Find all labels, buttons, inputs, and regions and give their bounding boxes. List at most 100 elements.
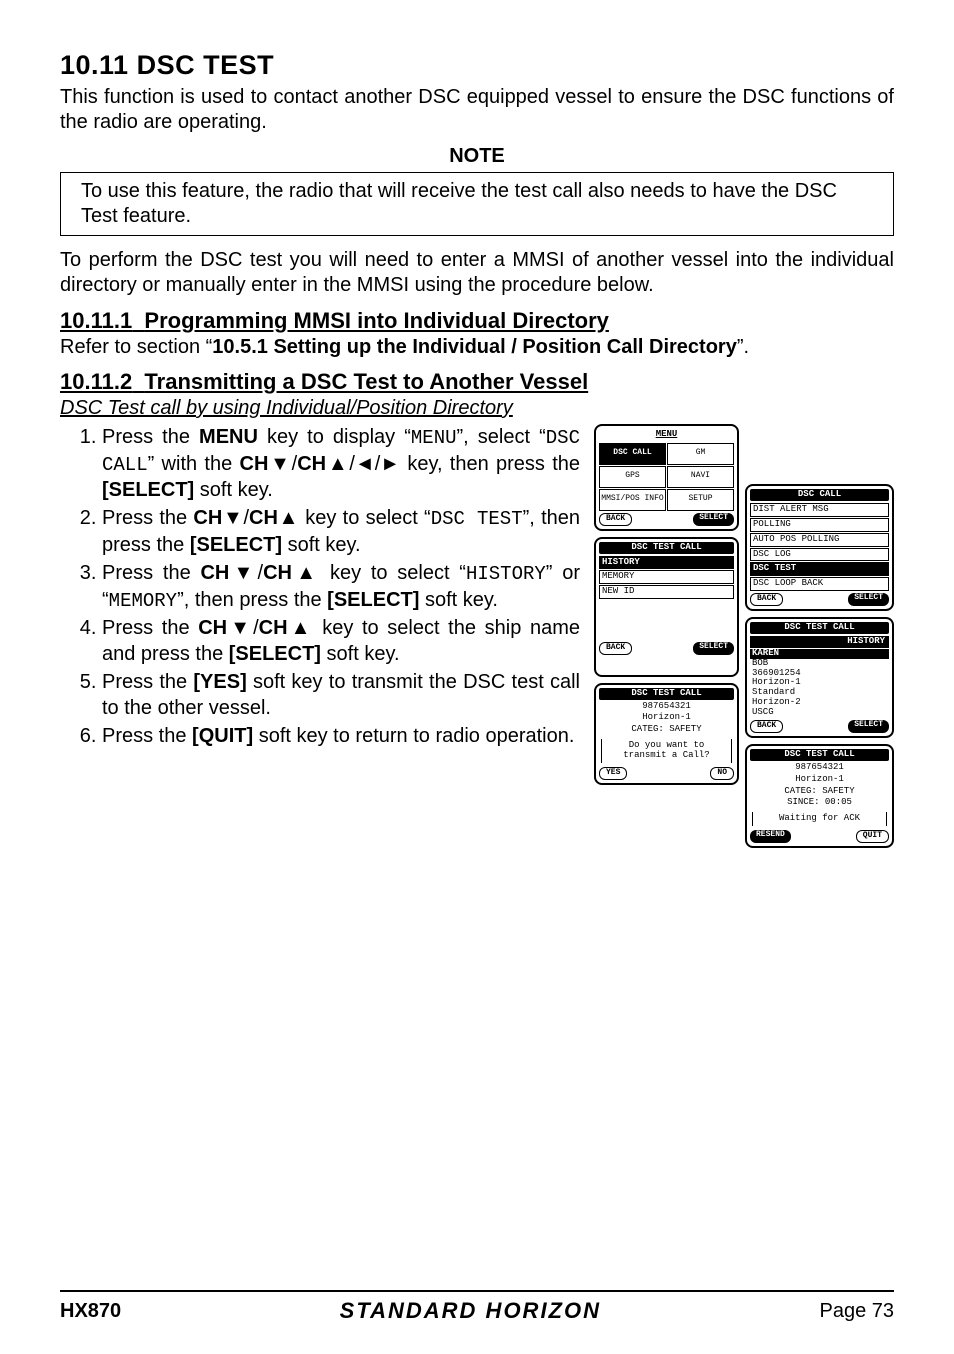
note-label: NOTE bbox=[60, 145, 894, 168]
two-column-layout: Press the MENU key to display “MENU”, se… bbox=[60, 424, 894, 848]
t: [SELECT] bbox=[102, 479, 194, 501]
softkey-back[interactable]: BACK bbox=[599, 513, 632, 526]
menu-cell-setup[interactable]: SETUP bbox=[667, 489, 734, 511]
steps-column: Press the MENU key to display “MENU”, se… bbox=[60, 424, 580, 848]
lcd-confirm: DSC TEST CALL 987654321 Horizon-1 CATEG:… bbox=[594, 683, 739, 785]
softkey-select[interactable]: SELECT bbox=[848, 720, 889, 733]
refer-bold: 10.5.1 Setting up the Individual / Posit… bbox=[212, 336, 737, 358]
softkey-select[interactable]: SELECT bbox=[693, 642, 734, 655]
page-content: 10.11 DSC TEST This function is used to … bbox=[60, 50, 894, 1290]
refer-post: ”. bbox=[737, 336, 749, 358]
sub2-subtitle: DSC Test call by using Individual/Positi… bbox=[60, 397, 894, 420]
list-item[interactable]: MEMORY bbox=[599, 570, 734, 584]
q2: transmit a Call? bbox=[606, 751, 727, 761]
lcd-menu-softkeys: BACK SELECT bbox=[599, 513, 734, 526]
list-item[interactable]: DIST ALERT MSG bbox=[750, 503, 889, 517]
menu-cell-mmsi[interactable]: MMSI/POS INFO bbox=[599, 489, 666, 511]
t: [QUIT] bbox=[192, 725, 253, 747]
lcd-screens-column: MENU DSC CALL GM GPS NAVI MMSI/POS INFO … bbox=[594, 424, 894, 848]
lcd-title: DSC TEST CALL bbox=[750, 622, 889, 634]
since-time: SINCE: 00:05 bbox=[750, 798, 889, 808]
t: ” with the bbox=[148, 453, 240, 475]
lcd-title: DSC TEST CALL bbox=[599, 542, 734, 554]
category: CATEG: SAFETY bbox=[599, 725, 734, 735]
sub1-number: 10.11.1 bbox=[60, 308, 132, 333]
t: [SELECT] bbox=[190, 534, 282, 556]
list-item[interactable]: NEW ID bbox=[599, 585, 734, 599]
softkey-resend[interactable]: RESEND bbox=[750, 830, 791, 843]
footer-model: HX870 bbox=[60, 1300, 121, 1323]
softkey-quit[interactable]: QUIT bbox=[856, 830, 889, 843]
t: [SELECT] bbox=[229, 643, 321, 665]
subsection-2-heading: 10.11.2 Transmitting a DSC Test to Anoth… bbox=[60, 369, 894, 395]
t: CH▼ bbox=[240, 453, 292, 475]
lcd-menu-title: MENU bbox=[599, 429, 734, 441]
t: MENU bbox=[411, 427, 457, 449]
t: Press the bbox=[102, 617, 198, 639]
lcd-dsc-call: DSC CALL DIST ALERT MSG POLLING AUTO POS… bbox=[745, 484, 894, 611]
list-item[interactable]: KAREN bbox=[750, 649, 889, 659]
step-2: Press the CH▼/CH▲ key to select “DSC TES… bbox=[102, 505, 580, 558]
list-item[interactable]: USCG bbox=[750, 708, 889, 718]
step-3: Press the CH▼/CH▲ key to select “HISTORY… bbox=[102, 560, 580, 613]
t: soft key. bbox=[419, 589, 498, 611]
step-5: Press the [YES] soft key to transmit the… bbox=[102, 669, 580, 721]
t: soft key. bbox=[194, 479, 273, 501]
t: CH▲ bbox=[297, 453, 349, 475]
lcd-test-call-menu: DSC TEST CALL HISTORY MEMORY NEW ID BACK… bbox=[594, 537, 739, 677]
menu-cell-navi[interactable]: NAVI bbox=[667, 466, 734, 488]
softkey-back[interactable]: BACK bbox=[599, 642, 632, 655]
softkey-no[interactable]: NO bbox=[710, 767, 734, 780]
manual-page: 10.11 DSC TEST This function is used to … bbox=[0, 0, 954, 1354]
lcd-title: DSC CALL bbox=[750, 489, 889, 501]
lcd-waiting: DSC TEST CALL 987654321 Horizon-1 CATEG:… bbox=[745, 744, 894, 848]
section-heading: 10.11 DSC TEST bbox=[60, 50, 894, 81]
t: [SELECT] bbox=[327, 589, 419, 611]
t: Press the bbox=[102, 426, 199, 448]
lcd-menu-grid: DSC CALL GM GPS NAVI MMSI/POS INFO SETUP bbox=[599, 443, 734, 511]
t: ”, then press the bbox=[177, 589, 327, 611]
softkey-back[interactable]: BACK bbox=[750, 593, 783, 606]
vessel-name: Horizon-1 bbox=[599, 713, 734, 723]
softkey-back[interactable]: BACK bbox=[750, 720, 783, 733]
softkey-select[interactable]: SELECT bbox=[848, 593, 889, 606]
history-subtitle: HISTORY bbox=[750, 636, 889, 648]
confirm-question: Do you want to transmit a Call? bbox=[601, 739, 732, 763]
list-item[interactable]: AUTO POS POLLING bbox=[750, 533, 889, 547]
list-item[interactable]: HISTORY bbox=[599, 556, 734, 570]
steps-list: Press the MENU key to display “MENU”, se… bbox=[60, 424, 580, 749]
lcd-softkeys: BACK SELECT bbox=[750, 593, 889, 606]
menu-cell-dsc-call[interactable]: DSC CALL bbox=[599, 443, 666, 465]
t: key to display “ bbox=[258, 426, 411, 448]
lcd-right-column: DSC CALL DIST ALERT MSG POLLING AUTO POS… bbox=[745, 484, 894, 848]
sub1-title: Programming MMSI into Individual Directo… bbox=[144, 308, 609, 333]
section-title: DSC TEST bbox=[137, 50, 275, 80]
list-item[interactable]: POLLING bbox=[750, 518, 889, 532]
t: [YES] bbox=[193, 671, 246, 693]
list-item[interactable]: DSC LOG bbox=[750, 548, 889, 562]
t: CH▼ bbox=[193, 507, 243, 529]
lcd-softkeys: RESEND QUIT bbox=[750, 830, 889, 843]
step-4: Press the CH▼/CH▲ key to select the ship… bbox=[102, 615, 580, 667]
step-6: Press the [QUIT] soft key to return to r… bbox=[102, 723, 580, 749]
list-item[interactable]: DSC TEST bbox=[750, 562, 889, 576]
softkey-select[interactable]: SELECT bbox=[693, 513, 734, 526]
t: HISTORY bbox=[466, 563, 546, 585]
t: Press the bbox=[102, 507, 193, 529]
t: CH▼ bbox=[198, 617, 253, 639]
sub2-title: Transmitting a DSC Test to Another Vesse… bbox=[144, 369, 588, 394]
t: MENU bbox=[199, 426, 258, 448]
lcd-softkeys: BACK SELECT bbox=[599, 642, 734, 655]
softkey-yes[interactable]: YES bbox=[599, 767, 627, 780]
page-footer: HX870 STANDARD HORIZON Page 73 bbox=[60, 1290, 894, 1324]
t: Press the bbox=[102, 562, 200, 584]
menu-cell-gps[interactable]: GPS bbox=[599, 466, 666, 488]
sub1-refer: Refer to section “10.5.1 Setting up the … bbox=[60, 336, 894, 359]
t: key to select “ bbox=[299, 507, 431, 529]
refer-pre: Refer to section “ bbox=[60, 336, 212, 358]
mmsi-value: 987654321 bbox=[599, 702, 734, 712]
list-item[interactable]: DSC LOOP BACK bbox=[750, 577, 889, 591]
t: soft key to return to radio operation. bbox=[253, 725, 574, 747]
menu-cell-gm[interactable]: GM bbox=[667, 443, 734, 465]
section-intro: This function is used to contact another… bbox=[60, 85, 894, 135]
